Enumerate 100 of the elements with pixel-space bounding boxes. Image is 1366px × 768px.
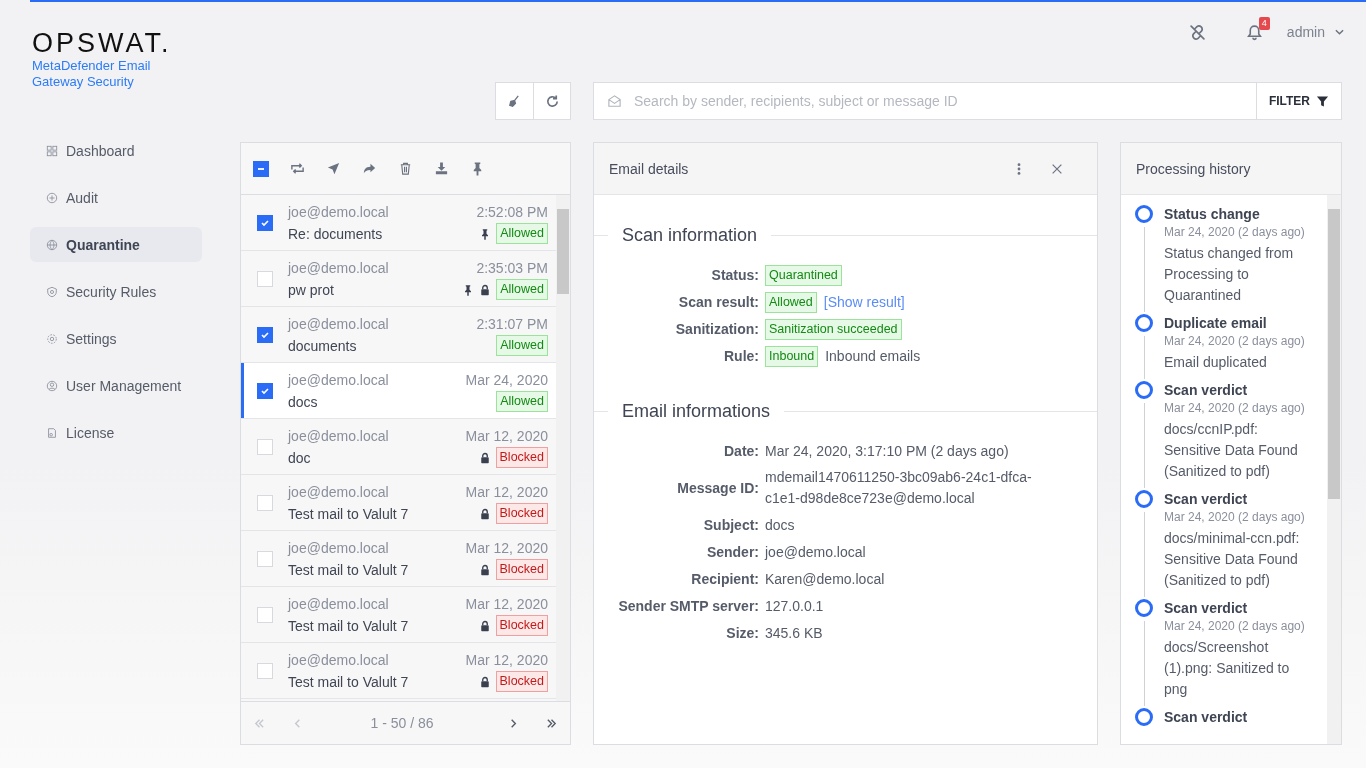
field-value: 127.0.0.1	[765, 596, 825, 616]
field-value: Mar 24, 2020, 3:17:10 PM (2 days ago)	[765, 441, 1010, 461]
timeline-dot	[1135, 490, 1153, 508]
time: Mar 24, 2020	[465, 371, 548, 388]
status-tag: Inbound	[765, 345, 819, 367]
shield-icon	[46, 285, 58, 298]
status-tag: Allowed	[496, 335, 548, 356]
email-row[interactable]: joe@demo.local Mar 12, 2020 Test mail to Valult 7 Blocked	[241, 531, 556, 587]
checkmark-icon	[260, 217, 270, 228]
scrollbar[interactable]	[1327, 195, 1341, 744]
event-description: Status changed from Processing to Quarantined	[1164, 244, 1295, 305]
email-row[interactable]: joe@demo.local 2:35:03 PM pw prot Allowed	[241, 251, 556, 307]
subject: docs	[288, 393, 318, 410]
sidebar-item[interactable]: Quarantine	[30, 227, 202, 262]
notification-count: 4	[1258, 16, 1270, 30]
sender: joe@demo.local	[288, 259, 389, 276]
field-label: Rule:	[723, 348, 759, 364]
next-page-icon[interactable]	[508, 717, 519, 729]
subject: doc	[288, 449, 311, 466]
sidebar-item[interactable]: License	[30, 415, 202, 450]
subject: Test mail to Valult 7	[288, 505, 409, 522]
last-page-icon[interactable]	[546, 717, 557, 729]
event-description: docs/ccnIP.pdf: Sensitive Data Found (Sanitized to pdf)	[1164, 420, 1299, 481]
scrollbar[interactable]	[556, 195, 570, 701]
trash-icon[interactable]	[398, 161, 413, 176]
envelope-icon	[607, 93, 622, 109]
field-label: Scan result:	[677, 294, 759, 310]
email-row[interactable]: joe@demo.local Mar 12, 2020 Test mail to Valult 7 Blocked	[241, 643, 556, 699]
time: Mar 12, 2020	[465, 483, 548, 500]
event-date: Mar 24, 2020 (2 days ago)	[1164, 618, 1306, 635]
event-date: Mar 24, 2020 (2 days ago)	[1164, 400, 1306, 417]
time: Mar 12, 2020	[465, 651, 548, 668]
timeline-dot	[1135, 205, 1153, 223]
status-tag: Blocked	[495, 503, 548, 524]
event-title: Duplicate email	[1164, 314, 1268, 332]
refresh-icon	[544, 93, 560, 109]
row-checkbox[interactable]	[257, 326, 273, 343]
event-description: Email duplicated	[1164, 353, 1268, 372]
section-title: Scan information	[621, 225, 759, 246]
sender: joe@demo.local	[288, 203, 389, 220]
email-row[interactable]: joe@demo.local Mar 12, 2020 doc Blocked	[241, 419, 556, 475]
status-tag: Blocked	[495, 615, 548, 636]
status-tag: Allowed	[496, 391, 548, 412]
email-row[interactable]: joe@demo.local Mar 12, 2020 Test mail to Valult 7 Blocked	[241, 587, 556, 643]
status-tag: Sanitization succeeded	[765, 318, 902, 340]
sender: joe@demo.local	[288, 651, 389, 668]
subject: documents	[288, 337, 357, 354]
field-label: Size:	[725, 625, 759, 641]
time: 2:31:07 PM	[476, 315, 548, 332]
status-tag: Allowed	[496, 279, 548, 300]
sidebar-item[interactable]: Audit	[30, 180, 202, 215]
email-row[interactable]: joe@demo.local Mar 12, 2020 Test mail to Valult 7 Blocked	[241, 475, 556, 531]
status-tag: Allowed	[496, 223, 548, 244]
checkmark-icon	[260, 385, 270, 396]
row-checkbox[interactable]	[257, 382, 273, 399]
field-label: Recipient:	[690, 571, 759, 587]
sender: joe@demo.local	[288, 427, 389, 444]
subject: Re: documents	[288, 225, 383, 242]
search-field[interactable]: Search by sender, recipients, subject or message ID	[632, 92, 1256, 110]
email-row[interactable]: joe@demo.local 2:52:08 PM Re: documents Allowed	[241, 195, 556, 251]
product-name: MetaDefender Email Gateway Security	[32, 58, 152, 90]
download-icon[interactable]	[434, 161, 449, 176]
event-title: Scan verdict	[1164, 599, 1249, 617]
swap-icon[interactable]	[290, 161, 305, 176]
event-description: docs/Screenshot (1).png: Sanitized to png	[1164, 638, 1291, 699]
field-value: joe@demo.local	[765, 542, 867, 562]
time: 2:52:08 PM	[476, 203, 548, 220]
time: Mar 12, 2020	[465, 539, 548, 556]
timeline-dot	[1135, 314, 1153, 332]
sender: joe@demo.local	[288, 539, 389, 556]
field-label: Sanitization:	[674, 321, 759, 337]
sidebar-item[interactable]: Security Rules	[30, 274, 202, 309]
field-value: docs	[765, 515, 796, 535]
select-all-checkbox[interactable]	[253, 160, 269, 177]
document-icon	[46, 426, 58, 439]
section-title: Email informations	[621, 401, 772, 422]
status-tag: Blocked	[495, 559, 548, 580]
user-menu[interactable]: admin	[1286, 24, 1344, 40]
subject: Test mail to Valult 7	[288, 617, 409, 634]
timeline-dot	[1135, 599, 1153, 617]
send-icon[interactable]	[326, 161, 341, 176]
field-value: Karen@demo.local	[765, 569, 886, 589]
grid-icon	[46, 144, 58, 157]
event-title: Scan verdict	[1164, 708, 1248, 726]
field-label: Sender:	[705, 544, 759, 560]
field-value: mdemail1470611250-3bc09ab6-24c1-dfca-c1e1-d98de8ce723e@demo.local	[765, 468, 1033, 508]
sender: joe@demo.local	[288, 483, 389, 500]
search-bar[interactable]: Search by sender, recipients, subject or message ID FILTER	[593, 82, 1342, 120]
email-row[interactable]: joe@demo.local Mar 24, 2020 docs Allowed	[241, 363, 556, 419]
field-label: Message ID:	[676, 480, 759, 496]
row-checkbox[interactable]	[257, 214, 273, 231]
sidebar-item[interactable]: Dashboard	[30, 133, 202, 168]
sidebar-item[interactable]: User Management	[30, 368, 202, 403]
bell-icon[interactable]	[1245, 23, 1263, 41]
event-description: docs/minimal-ccn.pdf: Sensitive Data Found (Sanitized to pdf)	[1164, 529, 1301, 590]
unlink-icon[interactable]	[1188, 23, 1206, 41]
sidebar-item[interactable]: Settings	[30, 321, 202, 356]
subject: Test mail to Valult 7	[288, 673, 409, 690]
pagination-range: 1 - 50 / 86	[369, 715, 435, 731]
event-date: Mar 24, 2020 (2 days ago)	[1164, 333, 1306, 350]
